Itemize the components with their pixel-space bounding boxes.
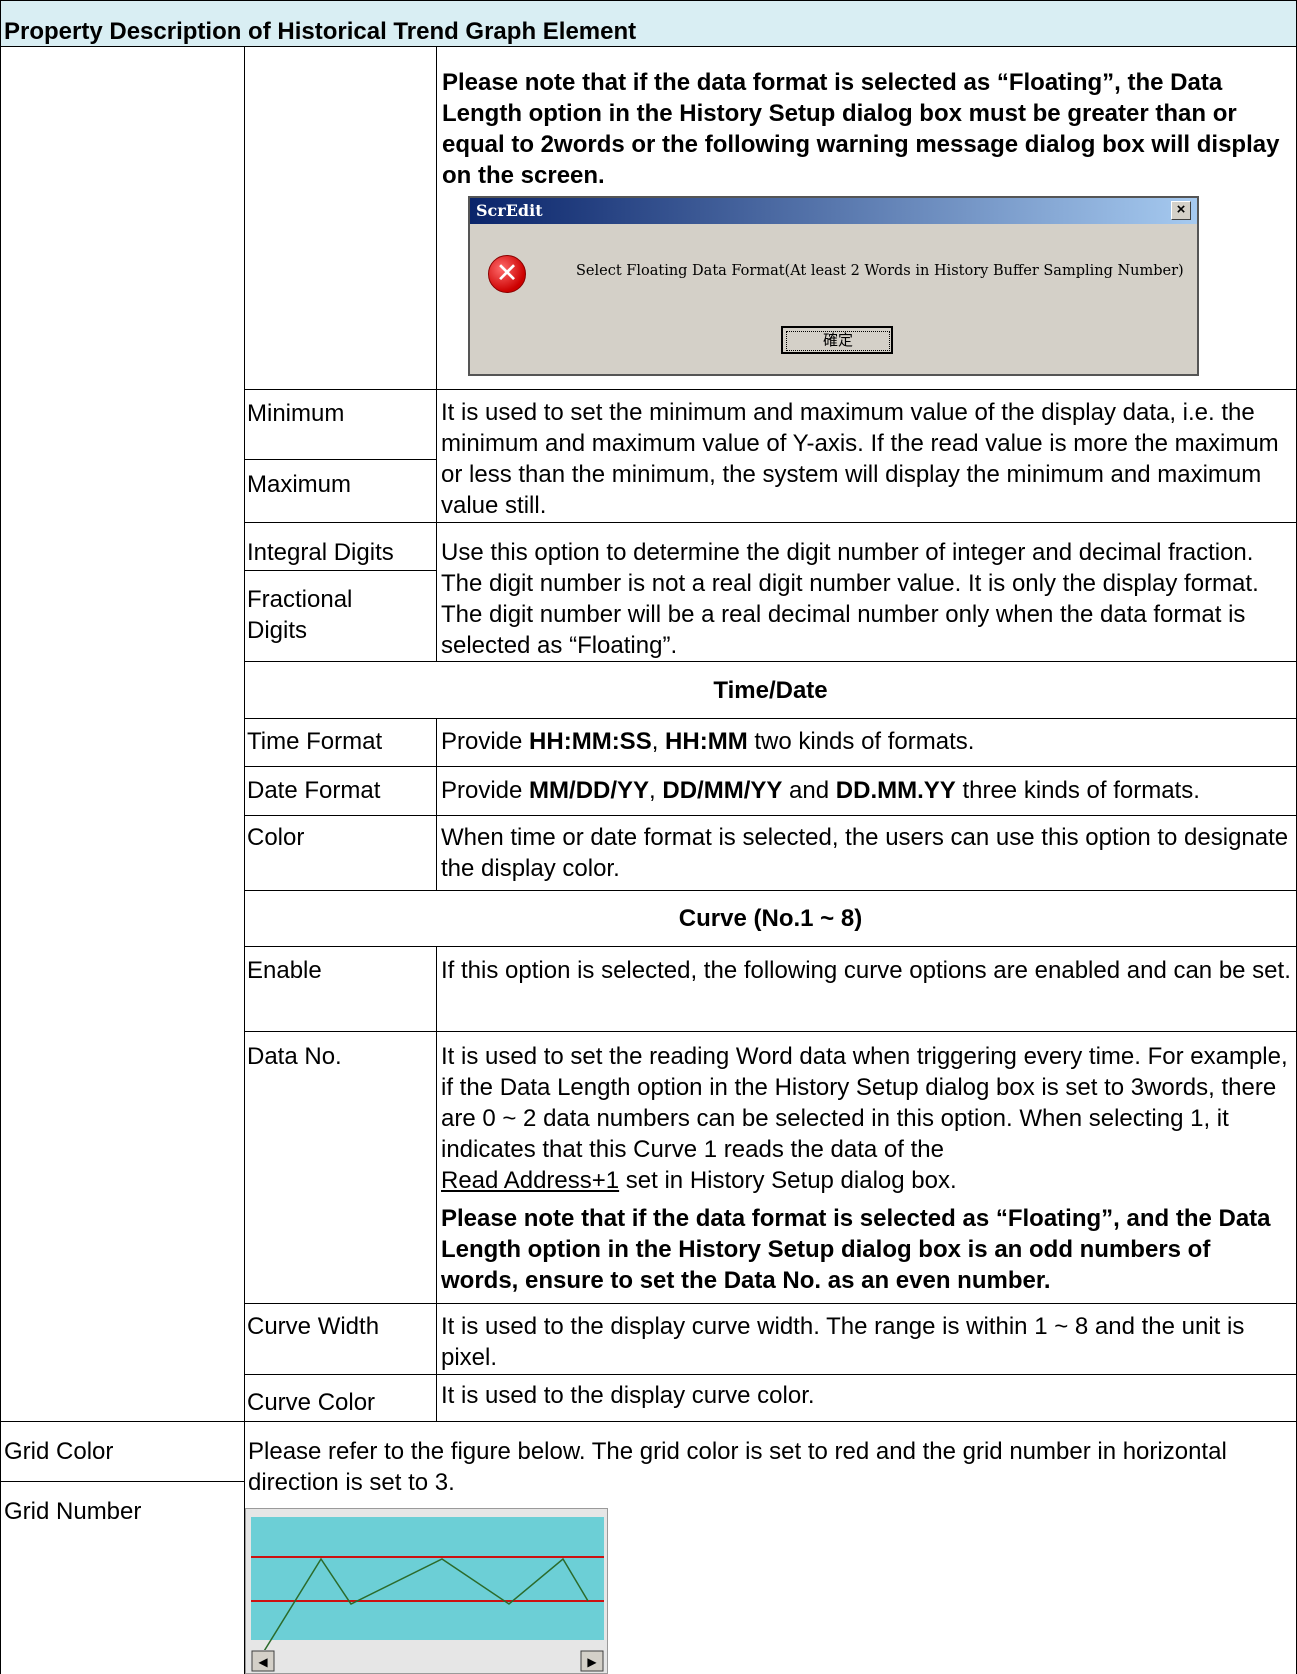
close-icon[interactable]: × — [1171, 201, 1191, 220]
property-data-no: Data No. — [247, 1043, 342, 1070]
section-curve: Curve (No.1 ~ 8) — [678, 905, 863, 932]
table-rule — [244, 766, 1297, 767]
dialog-message: Select Floating Data Format(At least 2 W… — [576, 263, 1184, 279]
curve-width-description: It is used to the display curve width. T… — [441, 1313, 1245, 1371]
column-divider — [436, 718, 437, 890]
trend-graph-svg: ◀ ▶ — [251, 1517, 604, 1672]
color-description: When time or date format is selected, th… — [441, 824, 1289, 882]
curve-color-description: It is used to the display curve color. — [441, 1382, 815, 1409]
table-rule — [244, 570, 436, 571]
table-rule — [244, 890, 1297, 891]
property-curve-color: Curve Color — [247, 1389, 376, 1416]
section-time-date: Time/Date — [713, 677, 828, 704]
digits-description: Use this option to determine the digit n… — [441, 539, 1259, 659]
property-curve-width: Curve Width — [247, 1313, 380, 1340]
table-border-top — [0, 0, 1297, 1]
table-rule — [244, 815, 1297, 816]
error-icon: ✕ — [488, 255, 526, 293]
dialog-titlebar: ScrEdit × — [470, 198, 1197, 224]
chevron-left-icon: ◀ — [258, 1655, 268, 1669]
property-fractional-digits: Fractional Digits — [247, 586, 353, 644]
horizontal-scrollbar[interactable] — [251, 1650, 604, 1672]
ok-button-label: 確定 — [786, 331, 890, 351]
column-divider — [244, 46, 245, 1674]
read-address-link: Read Address+1 — [441, 1167, 620, 1194]
floating-note: Please note that if the data format is s… — [442, 69, 1280, 189]
table-rule — [244, 1303, 1297, 1304]
enable-description: If this option is selected, the followin… — [441, 957, 1291, 984]
trend-graph-plot-area — [251, 1517, 604, 1640]
warning-dialog: ScrEdit × ✕ Select Floating Data Format(… — [468, 196, 1199, 376]
table-header: Property Description of Historical Trend… — [0, 0, 1297, 47]
table-border-left — [0, 0, 1, 1674]
date-format-description: Provide MM/DD/YY, DD/MM/YY and DD.MM.YY … — [441, 777, 1200, 804]
property-integral-digits: Integral Digits — [247, 539, 394, 566]
column-divider — [436, 46, 437, 661]
chevron-right-icon: ▶ — [587, 1655, 597, 1669]
table-rule — [244, 1031, 1297, 1032]
property-grid-color: Grid Color — [4, 1438, 114, 1465]
time-format-description: Provide HH:MM:SS, HH:MM two kinds of for… — [441, 728, 975, 755]
data-no-description: It is used to set the reading Word data … — [441, 1043, 1288, 1194]
property-maximum: Maximum — [247, 471, 352, 498]
property-grid-number: Grid Number — [4, 1498, 142, 1525]
column-divider — [436, 946, 437, 1421]
table-rule — [244, 1374, 1297, 1375]
dialog-title: ScrEdit — [476, 201, 543, 220]
table-rule — [244, 522, 1297, 523]
property-date-format: Date Format — [247, 777, 381, 804]
table-rule — [244, 661, 1297, 662]
property-time-format: Time Format — [247, 728, 383, 755]
property-enable: Enable — [247, 957, 322, 984]
table-rule — [244, 946, 1297, 947]
table-rule — [0, 1481, 244, 1482]
page-title: Property Description of Historical Trend… — [4, 18, 637, 45]
table-rule — [244, 389, 1297, 390]
grid-description: Please refer to the figure below. The gr… — [248, 1438, 1227, 1496]
table-rule — [244, 459, 436, 460]
ok-button[interactable]: 確定 — [781, 326, 893, 354]
table-rule — [0, 1421, 1297, 1422]
data-no-note: Please note that if the data format is s… — [441, 1205, 1271, 1294]
trend-graph-figure: ◀ ▶ — [245, 1508, 608, 1674]
table-rule — [244, 718, 1297, 719]
table-rule — [0, 46, 1297, 47]
property-color: Color — [247, 824, 305, 851]
property-minimum: Minimum — [247, 400, 345, 427]
document-page: Property Description of Historical Trend… — [0, 0, 1297, 1674]
minmax-description: It is used to set the minimum and maximu… — [441, 399, 1279, 519]
